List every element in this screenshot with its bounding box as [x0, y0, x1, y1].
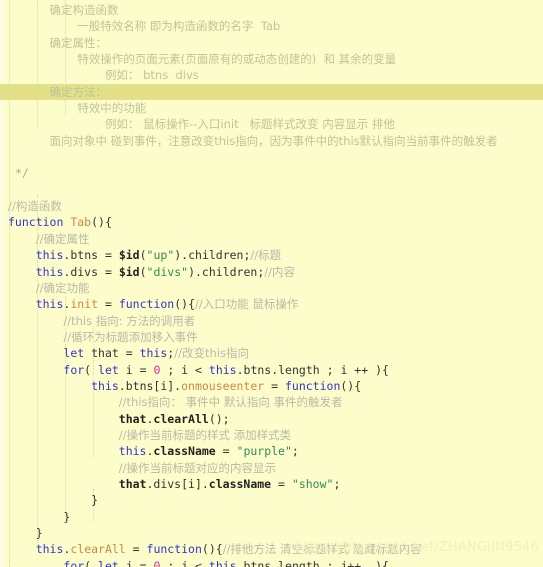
code-text: } — [91, 493, 99, 508]
code-text: //操作当前标题对应的内容显示 — [118, 460, 277, 475]
code-line-highlighted[interactable]: 确定方法： — [0, 83, 543, 101]
code-line[interactable]: } — [0, 492, 543, 508]
code-line[interactable]: this.divs = $id("divs").children;//内容 — [0, 264, 543, 280]
code-line[interactable]: that.clearAll(); — [0, 411, 543, 427]
code-text: 确定方法： — [49, 84, 108, 99]
code-line[interactable]: 特效操作的页面元素(页面原有的或动态创建的) 和 其余的变量 — [0, 51, 543, 67]
code-line[interactable]: //确定功能 — [0, 280, 543, 296]
code-line[interactable]: //this指向： 事件中 默认指向 事件的触发者 — [0, 394, 543, 410]
code-text: //this指向： 事件中 默认指向 事件的触发者 — [118, 395, 343, 410]
inline-comment: //内容 — [264, 264, 295, 279]
code-editor[interactable]: 确定构造函数 一般特效名称 即为构造函数的名字 Tab 确定属性： 特效操作的页… — [0, 0, 543, 567]
event-handler-onmouseenter: onmouseenter — [181, 378, 265, 393]
method-name-init: init — [70, 297, 99, 312]
code-line[interactable]: for( let j = 0 ; j < this.btns.length ; … — [0, 558, 543, 567]
code-text: 特效中的功能 — [77, 101, 147, 116]
code-line[interactable]: } — [0, 509, 543, 525]
code-text: 例如： btns divs — [104, 68, 199, 83]
code-line[interactable]: this.className = "purple"; — [0, 443, 543, 459]
function-name-tab: Tab — [70, 215, 92, 230]
code-line[interactable]: this.btns[i].onmouseenter = function(){ — [0, 378, 543, 394]
code-text: //构造函数 — [8, 199, 62, 214]
keyword-function: function — [8, 215, 64, 230]
code-line[interactable]: function Tab(){ — [0, 214, 543, 230]
code-line[interactable]: } — [0, 525, 543, 541]
code-line[interactable]: 例如： btns divs — [0, 67, 543, 83]
code-line[interactable]: 确定属性： — [0, 35, 543, 51]
code-line[interactable]: 面向对象中 碰到事件，注意改变this指向，因为事件中的this默认指向当前事件… — [0, 133, 543, 149]
code-line[interactable]: 例如： 鼠标操作--入口init 标题样式改变 内容显示 排他 — [0, 116, 543, 132]
code-line[interactable] — [0, 182, 543, 198]
code-text: //操作当前标题的样式 添加样式类 — [118, 427, 292, 442]
code-text: 面向对象中 碰到事件，注意改变this指向，因为事件中的this默认指向当前事件… — [49, 133, 498, 148]
code-text: */ — [14, 166, 29, 181]
code-line[interactable]: for( let i = 0 ; i < this.btns.length ; … — [0, 362, 543, 378]
code-text: //this 指向: 方法的调用者 — [63, 313, 196, 328]
inline-comment: //改变this指向 — [174, 346, 249, 361]
code-line[interactable]: //循环为标题添加移入事件 — [0, 329, 543, 345]
code-line[interactable]: //操作当前标题对应的内容显示 — [0, 460, 543, 476]
csdn-watermark: https://blog.csdn.net/ZHANGJIN9546 — [295, 540, 539, 555]
code-line[interactable]: 确定构造函数 — [0, 2, 543, 18]
code-line[interactable]: that.divs[i].className = "show"; — [0, 476, 543, 492]
code-line[interactable]: //操作当前标题的样式 添加样式类 — [0, 427, 543, 443]
code-text: 确定属性： — [49, 35, 108, 50]
inline-comment: //标题 — [250, 248, 282, 263]
method-name-clearall: clearAll — [70, 542, 126, 557]
code-line[interactable]: this.btns = $id("up").children;//标题 — [0, 247, 543, 263]
code-line[interactable]: */ — [0, 165, 543, 181]
code-text: //循环为标题添加移入事件 — [63, 329, 198, 344]
code-text: 例如： 鼠标操作--入口init 标题样式改变 内容显示 排他 — [104, 117, 395, 132]
code-line[interactable]: //构造函数 — [0, 198, 543, 214]
code-text: } — [63, 509, 71, 524]
code-text: } — [35, 526, 43, 540]
code-line[interactable]: 特效中的功能 — [0, 100, 543, 116]
code-line[interactable]: this.init = function(){//入口功能 鼠标操作 — [0, 296, 543, 312]
code-text: //确定功能 — [35, 280, 90, 295]
code-line[interactable]: let that = this;//改变this指向 — [0, 345, 543, 361]
code-line[interactable]: //确定属性 — [0, 231, 543, 247]
code-text: 确定构造函数 — [49, 3, 119, 17]
code-line[interactable] — [0, 149, 543, 165]
code-text: //确定属性 — [35, 231, 90, 246]
inline-comment: //入口功能 鼠标操作 — [195, 297, 299, 312]
code-line[interactable]: //this 指向: 方法的调用者 — [0, 313, 543, 329]
code-text: 一般特效名称 即为构造函数的名字 Tab — [77, 19, 281, 34]
code-line[interactable]: 一般特效名称 即为构造函数的名字 Tab — [0, 18, 543, 34]
code-text: 特效操作的页面元素(页面原有的或动态创建的) 和 其余的变量 — [77, 52, 397, 67]
code-lines-container[interactable]: 确定构造函数 一般特效名称 即为构造函数的名字 Tab 确定属性： 特效操作的页… — [0, 0, 543, 567]
